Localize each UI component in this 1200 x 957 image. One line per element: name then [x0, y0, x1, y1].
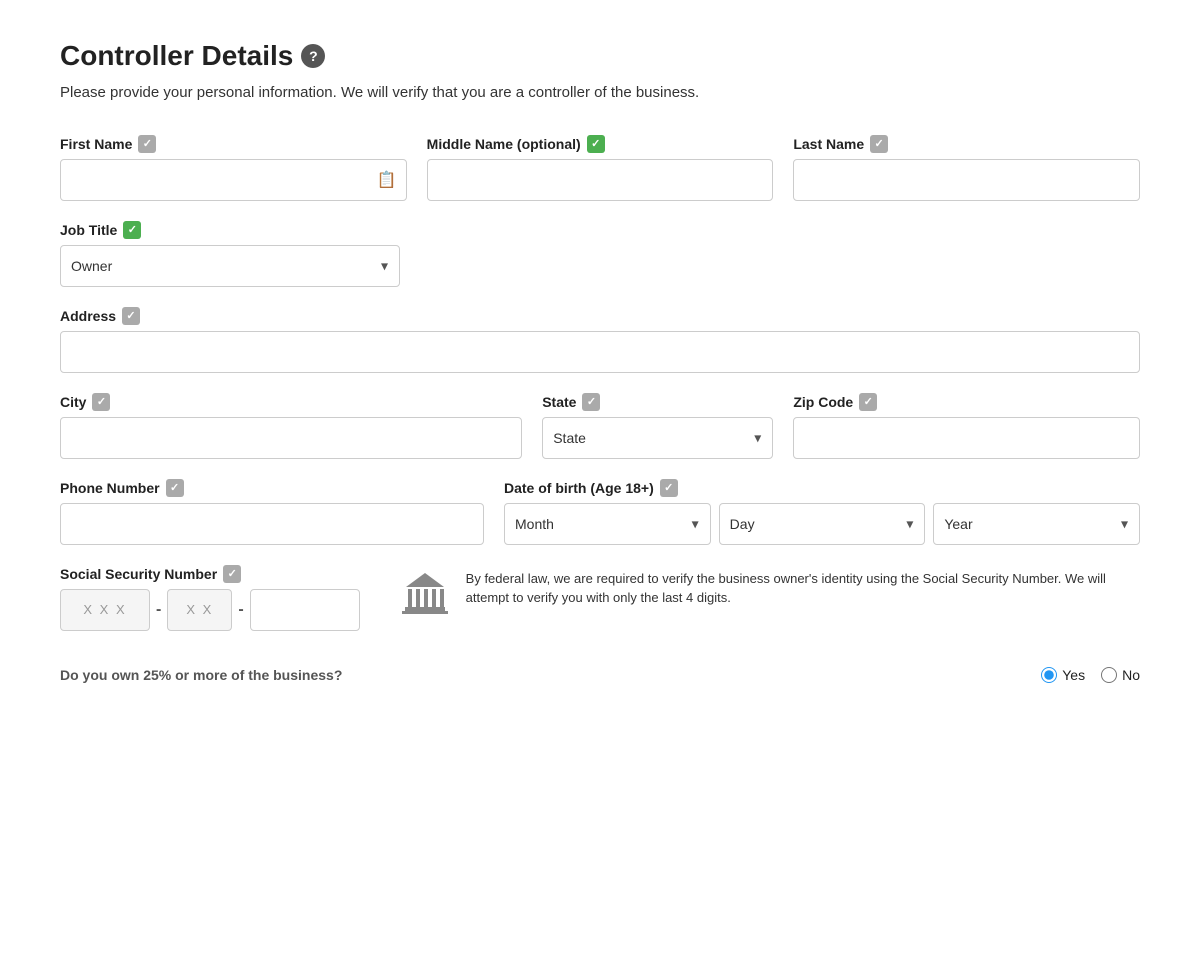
job-title-select-wrapper: Owner CEO CFO COO President Other	[60, 245, 400, 287]
page-title: Controller Details ?	[60, 40, 1140, 72]
city-state-zip-row: City ✓ State ✓ State AL AK AZ CA CO FL G…	[60, 393, 1140, 459]
middle-name-group: Middle Name (optional) ✓	[427, 135, 774, 201]
last-name-group: Last Name ✓	[793, 135, 1140, 201]
middle-name-input[interactable]	[427, 159, 774, 201]
dob-group: Date of birth (Age 18+) ✓ Month January …	[504, 479, 1140, 545]
state-label: State ✓	[542, 393, 773, 411]
ownership-question: Do you own 25% or more of the business?	[60, 667, 342, 683]
state-select-wrapper: State AL AK AZ CA CO FL GA NY TX	[542, 417, 773, 459]
state-check-icon: ✓	[582, 393, 600, 411]
zip-group: Zip Code ✓	[793, 393, 1140, 459]
year-select-wrapper: Year 20262025202420232022202120202019201…	[933, 503, 1140, 545]
ssn-fields: X X X - X X -	[60, 589, 360, 631]
job-title-check-icon: ✓	[123, 221, 141, 239]
address-check-icon: ✓	[122, 307, 140, 325]
last-name-input[interactable]	[793, 159, 1140, 201]
page-subtitle: Please provide your personal information…	[60, 82, 840, 105]
day-select-wrapper: Day 123456789101112131415161718192021222…	[719, 503, 926, 545]
ssn-last-group	[250, 589, 360, 631]
ssn-right: By federal law, we are required to verif…	[400, 565, 1140, 628]
middle-name-check-icon: ✓	[587, 135, 605, 153]
ssn-section: Social Security Number ✓ X X X - X X -	[60, 565, 1140, 631]
city-input[interactable]	[60, 417, 522, 459]
zip-check-icon: ✓	[859, 393, 877, 411]
ssn-info-text: By federal law, we are required to verif…	[466, 569, 1140, 608]
city-group: City ✓	[60, 393, 522, 459]
first-name-input[interactable]	[60, 159, 407, 201]
dob-label: Date of birth (Age 18+) ✓	[504, 479, 1140, 497]
middle-name-label: Middle Name (optional) ✓	[427, 135, 774, 153]
ssn-check-icon: ✓	[223, 565, 241, 583]
ownership-no-option[interactable]: No	[1101, 667, 1140, 683]
address-input[interactable]	[60, 331, 1140, 373]
job-title-label: Job Title ✓	[60, 221, 400, 239]
year-select[interactable]: Year 20262025202420232022202120202019201…	[933, 503, 1140, 545]
ownership-no-label: No	[1122, 667, 1140, 683]
dob-selects: Month January February March April May J…	[504, 503, 1140, 545]
ssn-last-input[interactable]	[250, 589, 360, 631]
id-card-icon: 📋	[377, 170, 397, 190]
help-icon[interactable]: ?	[301, 44, 325, 68]
ssn-dash-1: -	[156, 601, 161, 619]
ownership-row: Do you own 25% or more of the business? …	[60, 659, 1140, 683]
job-title-group: Job Title ✓ Owner CEO CFO COO President …	[60, 221, 400, 287]
dob-check-icon: ✓	[660, 479, 678, 497]
last-name-check-icon: ✓	[870, 135, 888, 153]
ssn-left: Social Security Number ✓ X X X - X X -	[60, 565, 360, 631]
ownership-no-radio[interactable]	[1101, 667, 1117, 683]
job-title-select[interactable]: Owner CEO CFO COO President Other	[60, 245, 400, 287]
address-group: Address ✓	[60, 307, 1140, 373]
phone-group: Phone Number ✓	[60, 479, 484, 545]
first-name-check-icon: ✓	[138, 135, 156, 153]
ownership-yes-label: Yes	[1062, 667, 1085, 683]
month-select-wrapper: Month January February March April May J…	[504, 503, 711, 545]
address-label: Address ✓	[60, 307, 1140, 325]
name-row: First Name ✓ 📋 Middle Name (optional) ✓ …	[60, 135, 1140, 201]
ssn-label: Social Security Number ✓	[60, 565, 360, 583]
ownership-radio-group: Yes No	[1041, 667, 1140, 683]
ownership-yes-radio[interactable]	[1041, 667, 1057, 683]
bank-icon	[400, 569, 450, 628]
phone-input[interactable]	[60, 503, 484, 545]
last-name-label: Last Name ✓	[793, 135, 1140, 153]
first-name-group: First Name ✓ 📋	[60, 135, 407, 201]
job-title-row: Job Title ✓ Owner CEO CFO COO President …	[60, 221, 1140, 287]
city-check-icon: ✓	[92, 393, 110, 411]
ssn-second-segment: X X	[167, 589, 232, 631]
state-group: State ✓ State AL AK AZ CA CO FL GA NY TX	[542, 393, 773, 459]
zip-label: Zip Code ✓	[793, 393, 1140, 411]
month-select[interactable]: Month January February March April May J…	[504, 503, 711, 545]
ownership-yes-option[interactable]: Yes	[1041, 667, 1085, 683]
first-name-input-wrapper: 📋	[60, 159, 407, 201]
zip-input[interactable]	[793, 417, 1140, 459]
city-label: City ✓	[60, 393, 522, 411]
phone-label: Phone Number ✓	[60, 479, 484, 497]
phone-check-icon: ✓	[166, 479, 184, 497]
first-name-label: First Name ✓	[60, 135, 407, 153]
state-select[interactable]: State AL AK AZ CA CO FL GA NY TX	[542, 417, 773, 459]
day-select[interactable]: Day 123456789101112131415161718192021222…	[719, 503, 926, 545]
ssn-dash-2: -	[238, 601, 243, 619]
phone-dob-row: Phone Number ✓ Date of birth (Age 18+) ✓…	[60, 479, 1140, 545]
ssn-first-segment: X X X	[60, 589, 150, 631]
